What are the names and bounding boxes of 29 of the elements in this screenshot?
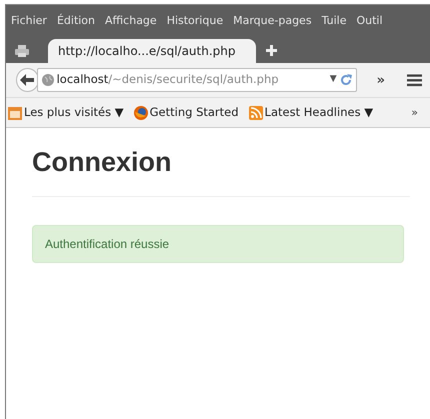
bookmark-item[interactable]: Getting Started (134, 104, 239, 122)
browser-tab[interactable]: http://localho...e/sql/auth.php (48, 39, 256, 63)
printer-icon[interactable] (14, 44, 30, 58)
address-field[interactable]: localhost/~denis/securite/sql/auth.php ▼ (36, 68, 357, 92)
menu-item[interactable]: Tuile (322, 13, 346, 30)
rss-icon (248, 106, 263, 120)
url-host: localhost (56, 72, 108, 86)
bookmarks-overflow-button[interactable]: » (407, 107, 422, 118)
new-tab-icon[interactable] (266, 45, 276, 56)
menu-item[interactable]: Affichage (105, 13, 157, 30)
url-path: /~denis/securite/sql/auth.php (108, 72, 279, 86)
menu-item[interactable]: Marque-pages (233, 13, 312, 30)
menu-item[interactable]: Édition (56, 13, 96, 30)
back-button[interactable] (16, 68, 39, 92)
bookmark-item[interactable]: Les plus visités ▼ (8, 104, 124, 122)
menu-icon[interactable] (407, 74, 422, 86)
success-alert: Authentification réussie (32, 225, 404, 264)
page-heading: Connexion (32, 146, 410, 198)
folder-icon (8, 106, 22, 120)
menu-item[interactable]: Historique (166, 13, 224, 30)
bookmark-item[interactable]: Latest Headlines ▼ (248, 104, 374, 122)
menu-item[interactable]: Fichier (11, 13, 47, 30)
reload-icon[interactable] (340, 74, 352, 86)
globe-icon (42, 74, 54, 86)
dropdown-arrow[interactable]: ▼ (330, 73, 337, 87)
menu-item[interactable]: Outil (356, 13, 383, 30)
browser-logo-icon (134, 106, 148, 120)
back-arrow-icon (20, 74, 34, 86)
overflow-button[interactable]: » (372, 74, 390, 86)
